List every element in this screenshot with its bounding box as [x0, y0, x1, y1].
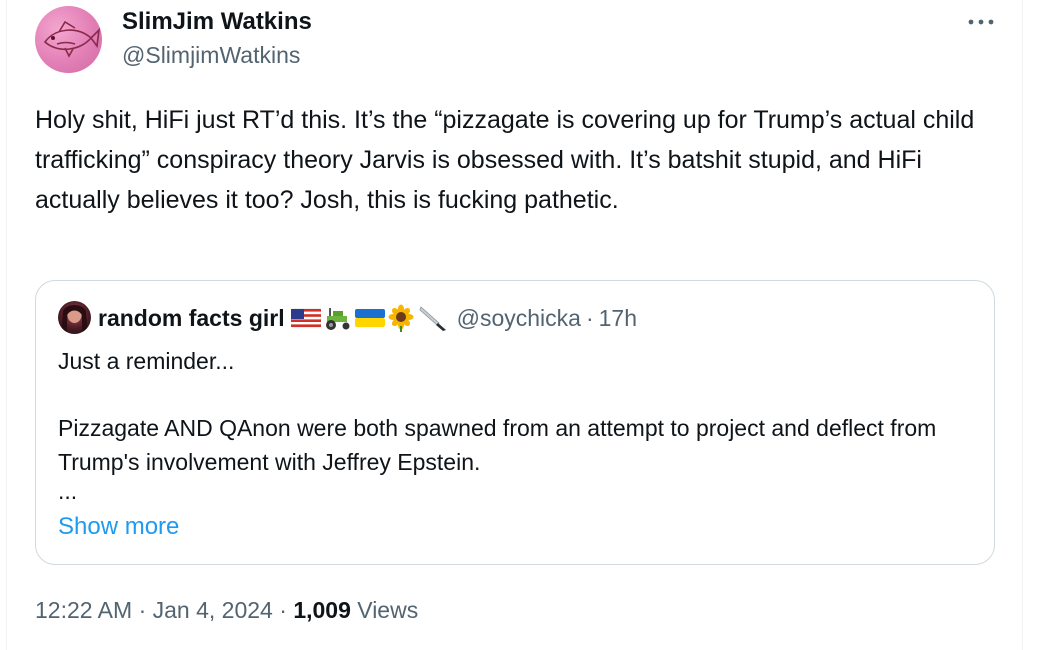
ukraine-flag-emoji-icon — [354, 309, 385, 327]
quote-text-paragraph: Pizzagate AND QAnon were both spawned fr… — [58, 415, 937, 475]
more-options-icon[interactable] — [966, 8, 996, 36]
us-flag-emoji-icon — [290, 308, 321, 328]
quote-separator: · — [585, 305, 594, 331]
sunflower-emoji-icon — [388, 304, 414, 332]
tractor-emoji-icon — [325, 308, 350, 330]
quote-author-handle[interactable]: @soychicka — [457, 303, 581, 333]
tweet-date[interactable]: Jan 4, 2024 — [153, 597, 273, 623]
tweet-time[interactable]: 12:22 AM — [35, 597, 132, 623]
quote-text-line1: Just a reminder... — [58, 348, 235, 374]
quote-emoji-row — [290, 304, 449, 332]
author-avatar[interactable] — [35, 6, 102, 73]
quote-timestamp[interactable]: 17h — [599, 303, 637, 333]
tweet-metadata: 12:22 AM · Jan 4, 2024 · 1,009 Views — [35, 594, 418, 626]
quoted-tweet-card[interactable]: random facts girl @soychicka · 17h Just … — [35, 280, 995, 565]
quote-author-name[interactable]: random facts girl — [98, 303, 285, 333]
quote-author-avatar[interactable] — [58, 301, 91, 334]
knife-emoji-icon — [419, 306, 446, 331]
views-label: Views — [357, 597, 419, 623]
author-handle[interactable]: @SlimjimWatkins — [122, 42, 300, 69]
views-count[interactable]: 1,009 — [293, 597, 351, 623]
author-name[interactable]: SlimJim Watkins — [122, 8, 312, 36]
right-border — [1022, 0, 1023, 650]
meta-separator: · — [138, 597, 147, 623]
meta-separator: · — [279, 597, 287, 623]
tweet-text: Holy shit, HiFi just RT’d this. It’s the… — [35, 106, 975, 214]
left-border — [6, 0, 7, 650]
quote-header: random facts girl @soychicka · 17h — [98, 303, 637, 333]
fish-avatar-icon — [43, 20, 101, 58]
quote-ellipsis: ... — [58, 478, 78, 504]
show-more-link[interactable]: Show more — [58, 511, 179, 543]
